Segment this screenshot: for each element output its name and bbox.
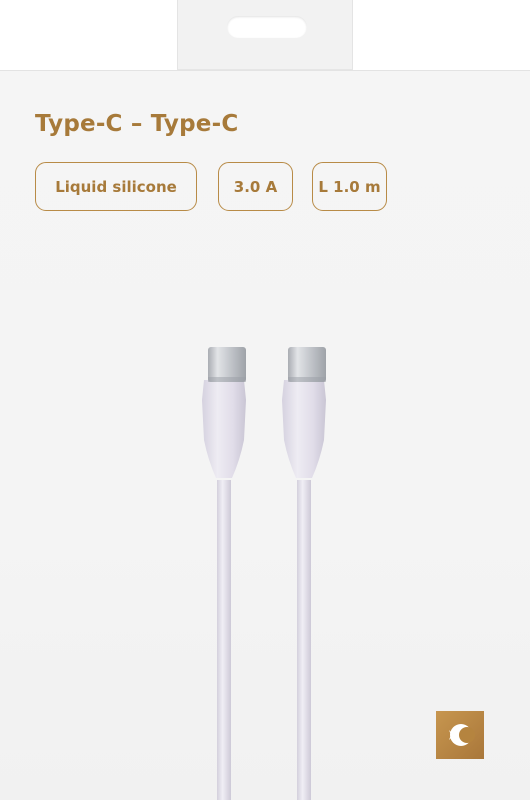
right-connector-body [282, 380, 326, 478]
brand-logo-icon [436, 711, 484, 759]
left-cable [202, 347, 246, 800]
left-connector-plug [208, 347, 246, 382]
left-cord [217, 480, 231, 800]
product-package: Type-C – Type-C Liquid silicone 3.0 A L … [0, 0, 530, 800]
brand-logo-glyph [449, 724, 475, 746]
cable-illustration [202, 347, 326, 800]
right-connector-plug [288, 347, 326, 382]
left-connector-body [202, 380, 246, 478]
right-cord [297, 480, 311, 800]
right-cable [282, 347, 326, 800]
